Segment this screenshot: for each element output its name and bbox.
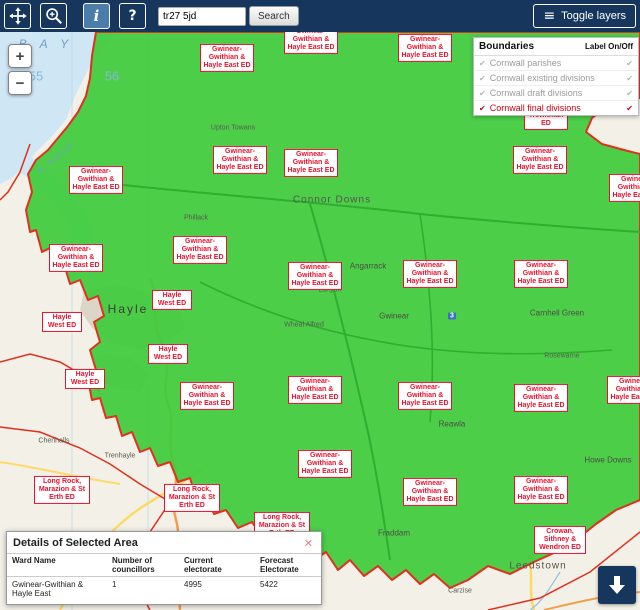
layers-panel-title: Boundaries [479,41,534,52]
layer-label: Cornwall draft divisions [490,88,623,98]
details-column-header: Forecast Electorate [255,554,321,577]
layer-label: Cornwall existing divisions [490,73,623,83]
details-table: Ward NameNumber of councillorsCurrent el… [7,553,321,604]
zoom-control: + − [8,44,32,98]
layer-label: Cornwall final divisions [490,103,623,113]
layer-row[interactable]: ✔Cornwall existing divisions✔ [474,71,638,86]
layer-row[interactable]: ✔Cornwall parishes✔ [474,56,638,71]
boundary-line [0,354,100,392]
close-icon[interactable]: ✕ [302,537,315,550]
map-application: i ? Search ≡ Toggle layers [0,0,640,610]
layer-label-check[interactable]: ✔ [626,104,633,113]
zoom-in-button[interactable]: + [8,44,32,68]
info-icon: i [94,7,100,25]
details-panel: Details of Selected Area ✕ Ward NameNumb… [6,531,322,605]
toggle-layers-label: Toggle layers [561,10,626,22]
details-header-row: Ward NameNumber of councillorsCurrent el… [7,554,321,577]
layer-row[interactable]: ✔Cornwall final divisions✔ [474,101,638,115]
details-value-row: Gwinear-Gwithian & Hayle East149955422 [7,577,321,605]
layer-label-check[interactable]: ✔ [626,74,633,83]
details-cell: 5422 [255,577,321,605]
details-column-header: Ward Name [7,554,107,577]
pan-tool-button[interactable] [4,3,31,29]
layers-panel: Boundaries Label On/Off ✔Cornwall parish… [473,37,639,116]
layer-visibility-check[interactable]: ✔ [479,74,486,83]
details-panel-title: Details of Selected Area [13,537,138,549]
layer-label: Cornwall parishes [490,58,623,68]
info-tool-button[interactable]: i [83,3,110,29]
move-arrows-icon [8,6,28,26]
search-button[interactable]: Search [249,6,299,26]
layer-label-check[interactable]: ✔ [626,59,633,68]
map-canvas [0,32,640,610]
zoom-tool-button[interactable] [40,3,67,29]
toolbar: i ? Search ≡ Toggle layers [0,0,640,32]
road-minor [0,462,120,484]
details-column-header: Number of councillors [107,554,179,577]
help-button[interactable]: ? [119,3,146,29]
details-cell: Gwinear-Gwithian & Hayle East [7,577,107,605]
details-column-header: Current electorate [179,554,255,577]
layer-visibility-check[interactable]: ✔ [479,59,486,68]
layer-visibility-check[interactable]: ✔ [479,89,486,98]
down-arrow-icon [605,573,629,597]
down-arrow-button[interactable] [598,566,636,604]
zoom-out-button[interactable]: − [8,71,32,95]
layers-panel-header: Boundaries Label On/Off [474,38,638,56]
hamburger-icon: ≡ [543,9,555,23]
layer-rows: ✔Cornwall parishes✔✔Cornwall existing di… [474,56,638,115]
details-panel-header: Details of Selected Area ✕ [7,532,321,553]
details-cell: 1 [107,577,179,605]
help-icon: ? [128,8,136,24]
magnifier-plus-icon [44,6,64,26]
map[interactable]: B A Y5556R. HAYLEUpton TowansPhillackCon… [0,32,640,610]
layer-label-check[interactable]: ✔ [626,89,633,98]
stream [530,572,560,610]
layer-row[interactable]: ✔Cornwall draft divisions✔ [474,86,638,101]
toggle-layers-button[interactable]: ≡ Toggle layers [533,4,636,28]
label-on-off-header: Label On/Off [585,42,633,51]
details-cell: 4995 [179,577,255,605]
layer-visibility-check[interactable]: ✔ [479,104,486,113]
search-input[interactable] [158,7,246,26]
